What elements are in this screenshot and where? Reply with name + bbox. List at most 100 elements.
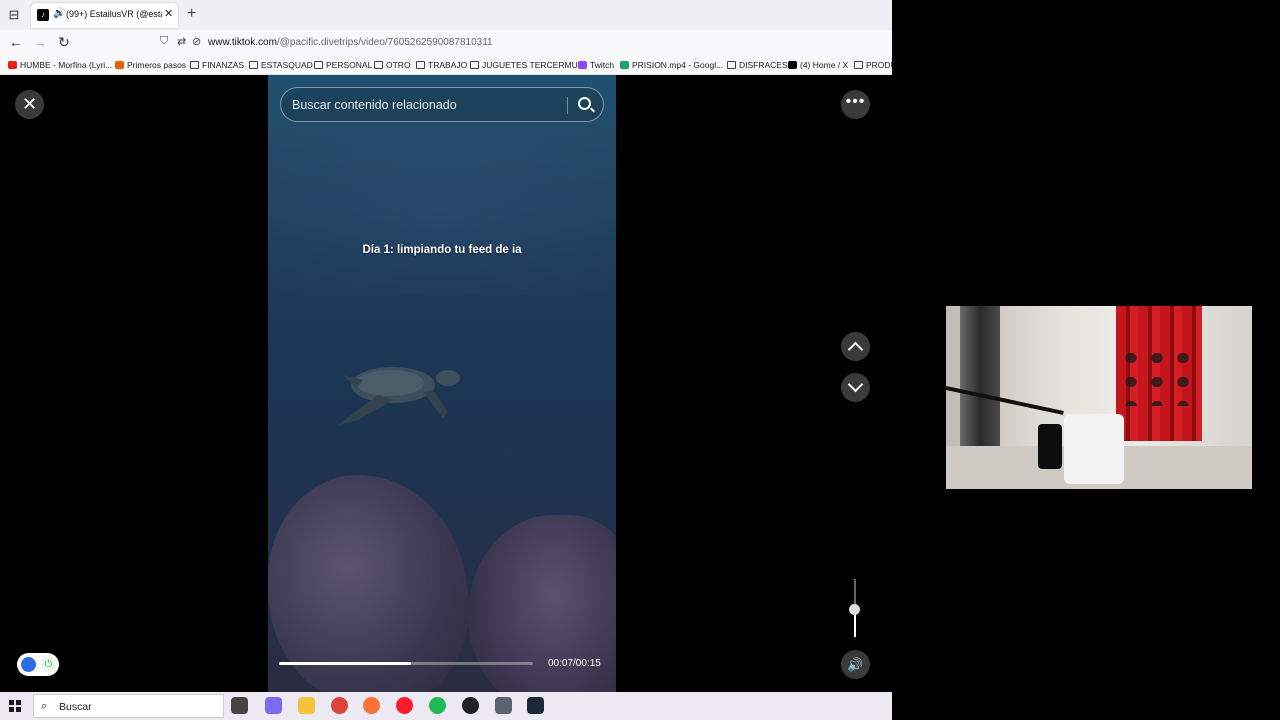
url-domain: www.tiktok.com	[208, 37, 277, 48]
bookmark-item[interactable]: DISFRACES	[727, 60, 788, 70]
active-tab[interactable]: ♪ 🔊 (99+) EstailusVR (@estailus ✕	[31, 3, 178, 28]
x-icon	[788, 61, 797, 69]
chevron-down-icon	[847, 376, 864, 393]
bookmark-item[interactable]: PERSONAL	[314, 60, 372, 70]
windows-start-icon[interactable]	[9, 700, 21, 712]
bookmark-label: (4) Home / X	[800, 60, 849, 70]
next-video-button[interactable]	[841, 373, 870, 402]
calculator-icon[interactable]	[495, 697, 512, 714]
bookmark-item[interactable]: FINANZAS	[190, 60, 244, 70]
forward-button[interactable]: →	[31, 34, 49, 50]
video-progress-fill	[279, 662, 412, 665]
firefox-icon	[115, 61, 124, 69]
folder-icon	[727, 61, 736, 69]
bookmark-item[interactable]: HUMBE - Morfina (Lyri...	[8, 60, 112, 70]
bookmark-label: Primeros pasos	[127, 60, 187, 70]
video-caption: Día 1: limpiando tu feed de ia	[362, 244, 522, 256]
chevron-up-icon	[847, 341, 864, 358]
camera-blocked-icon[interactable]: ⊘	[192, 35, 201, 48]
new-tab-button[interactable]: +	[187, 5, 196, 23]
copilot-icon[interactable]	[265, 697, 282, 714]
bookmark-item[interactable]: TRABAJO	[416, 60, 467, 70]
bookmark-label: TRABAJO	[428, 60, 468, 70]
tiktok-favicon-icon: ♪	[37, 9, 49, 21]
bookmark-label: PRISION.mp4 - Googl...	[632, 60, 724, 70]
task-view-icon[interactable]	[231, 697, 248, 714]
bookmark-item[interactable]: JUGUETES TERCERMU...	[470, 60, 585, 70]
related-search-input[interactable]: Buscar contenido relacionado	[280, 87, 604, 122]
spotify-icon[interactable]	[429, 697, 446, 714]
bookmark-label: FINANZAS	[202, 60, 245, 70]
address-bar[interactable]: ⛉ ⇄ ⊘ www.tiktok.com/@pacific.divetrips/…	[156, 33, 892, 53]
bookmarks-bar: HUMBE - Morfina (Lyri... Primeros pasos FI…	[0, 56, 892, 75]
bookmark-item[interactable]: (4) Home / X	[788, 60, 848, 70]
back-button[interactable]: ←	[7, 34, 25, 50]
google-drive-icon	[620, 61, 629, 69]
file-explorer-icon[interactable]	[298, 697, 315, 714]
bookmark-label: ESTASQUAD	[261, 60, 313, 70]
steam-icon[interactable]	[527, 697, 544, 714]
firefox-icon[interactable]	[363, 697, 380, 714]
bookmark-label: JUGUETES TERCERMU...	[482, 60, 585, 70]
webcam-microphone	[1038, 424, 1062, 469]
volume-slider-handle[interactable]	[849, 604, 860, 615]
search-icon: ⌕	[41, 700, 48, 712]
bookmark-label: DISFRACES	[739, 60, 788, 70]
search-placeholder: Buscar contenido relacionado	[292, 98, 457, 112]
close-viewer-button[interactable]: ✕	[15, 90, 44, 119]
bookmark-label: HUMBE - Morfina (Lyri...	[20, 60, 113, 70]
chrome-icon[interactable]	[331, 697, 348, 714]
url-text[interactable]: www.tiktok.com/@pacific.divetrips/video/…	[208, 37, 493, 48]
tab-bar: ⊟ ♪ 🔊 (99+) EstailusVR (@estailus ✕ +	[0, 0, 892, 30]
shield-icon[interactable]: ⛉	[160, 35, 168, 48]
search-icon[interactable]	[578, 97, 591, 110]
video-time: 00:07/00:15	[548, 658, 601, 669]
folder-icon	[190, 61, 199, 69]
webcam-overlay	[946, 306, 1252, 489]
youtube-icon	[8, 61, 17, 69]
video-progress-bar[interactable]	[279, 662, 533, 665]
permissions-icon[interactable]: ⇄	[177, 35, 186, 48]
tab-overview-icon[interactable]: ⊟	[6, 7, 22, 23]
bookmark-item[interactable]: Primeros pasos	[115, 60, 186, 70]
folder-icon	[470, 61, 479, 69]
bookmark-label: Twitch	[590, 60, 615, 70]
webcam-curtain-pattern	[1118, 346, 1200, 406]
bookmark-item[interactable]: OTRO	[374, 60, 411, 70]
folder-icon	[374, 61, 383, 69]
reload-button[interactable]: ↻	[55, 34, 73, 51]
bookmark-label: PRODU	[866, 60, 892, 70]
bookmark-item[interactable]: PRODU	[854, 60, 892, 70]
webcam-chair	[1064, 414, 1124, 484]
tab-title: (99+) EstailusVR (@estailus	[66, 9, 162, 19]
twitch-icon	[578, 61, 587, 69]
speaker-icon[interactable]: 🔊	[53, 8, 65, 19]
rock-left	[268, 475, 468, 692]
navigation-bar: ← → ↻ ⛉ ⇄ ⊘ www.tiktok.com/@pacific.dive…	[0, 30, 892, 56]
browser-window: ⊟ ♪ 🔊 (99+) EstailusVR (@estailus ✕ + ← …	[0, 0, 892, 692]
folder-icon	[854, 61, 863, 69]
windows-taskbar: ⌕ Buscar	[0, 692, 892, 720]
bookmark-item[interactable]: PRISION.mp4 - Googl...	[620, 60, 723, 70]
power-icon[interactable]: ⏻	[41, 657, 56, 672]
folder-icon	[249, 61, 258, 69]
extension-widget[interactable]: ⏻	[17, 653, 59, 676]
search-divider	[567, 97, 568, 114]
url-path: /@pacific.divetrips/video/76052625900878…	[276, 37, 493, 48]
tab-close-icon[interactable]: ✕	[164, 7, 173, 20]
video-player[interactable]: Buscar contenido relacionado Día 1: limp…	[268, 75, 616, 692]
previous-video-button[interactable]	[841, 332, 870, 361]
obs-icon[interactable]	[462, 697, 479, 714]
bookmark-item[interactable]: Twitch	[578, 60, 614, 70]
bookmark-label: PERSONAL	[326, 60, 373, 70]
volume-button[interactable]: 🔊	[841, 650, 870, 679]
taskbar-search-label: Buscar	[59, 701, 92, 713]
folder-icon	[416, 61, 425, 69]
taskbar-search-input[interactable]: ⌕ Buscar	[33, 694, 224, 718]
folder-icon	[314, 61, 323, 69]
bookmark-item[interactable]: ESTASQUAD	[249, 60, 313, 70]
water-light	[268, 135, 616, 295]
more-options-button[interactable]: •••	[841, 90, 870, 119]
play-extension-icon[interactable]	[21, 657, 36, 672]
opera-icon[interactable]	[396, 697, 413, 714]
